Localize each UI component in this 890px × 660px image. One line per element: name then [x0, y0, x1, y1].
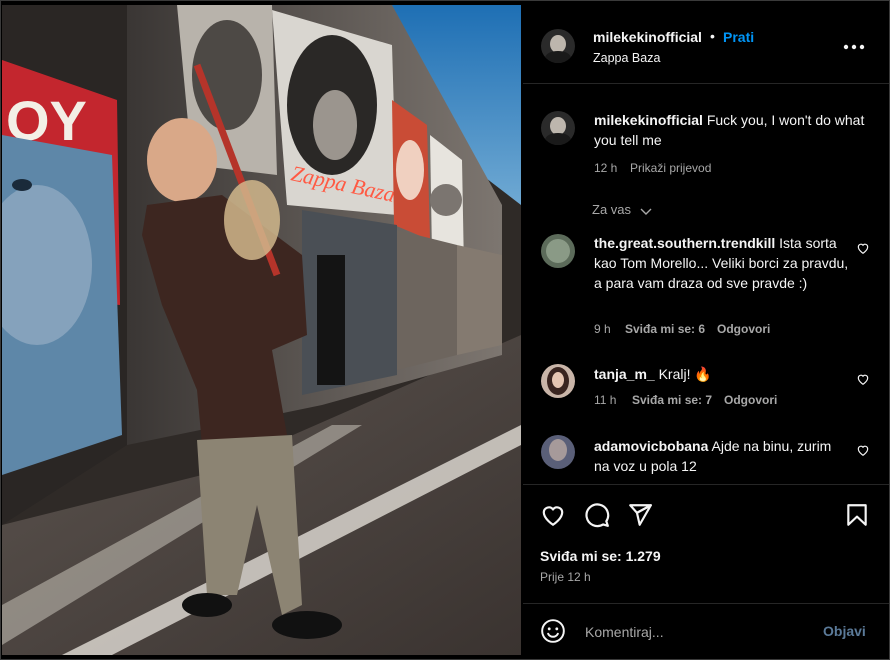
post-image: OY Zappa Baza — [2, 5, 521, 655]
like-button[interactable] — [540, 502, 566, 528]
follow-button[interactable]: Prati — [723, 29, 754, 45]
post-actions: Sviđa mi se: 1.279 Prije 12 h — [523, 484, 889, 597]
comment-button[interactable] — [584, 502, 610, 528]
comment-body: the.great.southern.trendkill Ista sorta … — [594, 233, 854, 293]
caption-time: 12 h — [594, 161, 618, 175]
post-comment-button[interactable]: Objavi — [823, 623, 866, 639]
comment-username[interactable]: tanja_m_ — [594, 366, 655, 382]
comment-time: 9 h — [594, 322, 611, 336]
more-options-button[interactable] — [843, 39, 865, 50]
more-icon — [843, 44, 865, 50]
comment-avatar[interactable] — [541, 364, 575, 398]
save-button[interactable] — [844, 502, 870, 528]
post-modal: OY Zappa Baza milekekinofficial • Prati … — [0, 0, 890, 660]
save-icon — [847, 504, 867, 526]
share-button[interactable] — [627, 502, 653, 528]
post-location[interactable]: Zappa Baza — [593, 51, 660, 65]
emoji-icon — [541, 619, 565, 643]
comment-input[interactable] — [583, 618, 817, 646]
comment-username[interactable]: the.great.southern.trendkill — [594, 235, 775, 251]
translate-button[interactable]: Prikaži prijevod — [630, 161, 711, 175]
author-avatar[interactable] — [541, 29, 575, 63]
separator-dot: • — [710, 28, 715, 44]
post-timestamp[interactable]: Prije 12 h — [540, 570, 591, 584]
comment-body: adamovicbobana Ajde na binu, zurim na vo… — [594, 436, 844, 476]
comment-like-icon[interactable] — [856, 443, 870, 457]
comment-avatar[interactable] — [541, 435, 575, 469]
reply-button[interactable]: Odgovori — [724, 393, 777, 407]
comment-time: 11 h — [594, 393, 617, 407]
comment-likes[interactable]: Sviđa mi se: 6 — [625, 322, 705, 336]
caption-body: milekekinofficial Fuck you, I won't do w… — [594, 110, 874, 150]
share-icon — [629, 504, 652, 526]
comment-avatar[interactable] — [541, 234, 575, 268]
comment-icon — [585, 503, 610, 528]
post-photo[interactable]: OY Zappa Baza — [2, 5, 521, 655]
post-details-panel: milekekinofficial • Prati Zappa Baza mil… — [523, 5, 889, 657]
comment-body: tanja_m_ Kralj! 🔥 — [594, 364, 854, 384]
emoji-button[interactable] — [540, 618, 566, 644]
sort-dropdown[interactable]: Za vas — [592, 202, 653, 217]
post-header: milekekinofficial • Prati Zappa Baza — [523, 5, 889, 84]
chevron-down-icon — [640, 208, 652, 215]
comment-like-icon[interactable] — [856, 241, 870, 255]
caption-username[interactable]: milekekinofficial — [594, 112, 703, 128]
sort-label: Za vas — [592, 202, 632, 217]
comment-composer: Objavi — [523, 603, 889, 658]
author-username[interactable]: milekekinofficial — [593, 29, 702, 45]
reply-button[interactable]: Odgovori — [717, 322, 770, 336]
comment-like-icon[interactable] — [856, 372, 870, 386]
likes-count[interactable]: Sviđa mi se: 1.279 — [540, 548, 661, 564]
comment-username[interactable]: adamovicbobana — [594, 438, 708, 454]
comments-list[interactable]: milekekinofficial Fuck you, I won't do w… — [523, 84, 889, 484]
comment-likes[interactable]: Sviđa mi se: 7 — [632, 393, 712, 407]
caption-avatar[interactable] — [541, 111, 575, 145]
comment-text: Kralj! 🔥 — [658, 366, 712, 382]
like-icon — [542, 506, 564, 527]
